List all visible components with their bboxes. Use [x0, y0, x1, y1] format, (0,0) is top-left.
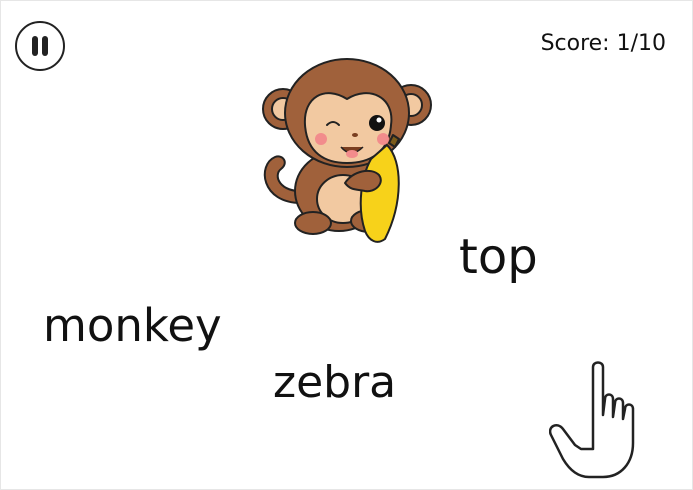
score-label: Score:: [540, 31, 610, 56]
score-value: 1/10: [616, 31, 666, 56]
game-screen: Score: 1/10 top monkey zebra: [0, 0, 693, 490]
pause-button[interactable]: [15, 21, 65, 71]
word-choice-monkey[interactable]: monkey: [43, 303, 222, 348]
monkey-banana-picture: [262, 58, 432, 243]
pause-bar-right: [42, 36, 48, 56]
word-choice-zebra[interactable]: zebra: [273, 361, 396, 405]
pause-bar-left: [32, 36, 38, 56]
score-display: Score: 1/10: [541, 31, 666, 56]
word-choice-top[interactable]: top: [459, 233, 538, 281]
pointing-hand-icon: [549, 361, 635, 479]
